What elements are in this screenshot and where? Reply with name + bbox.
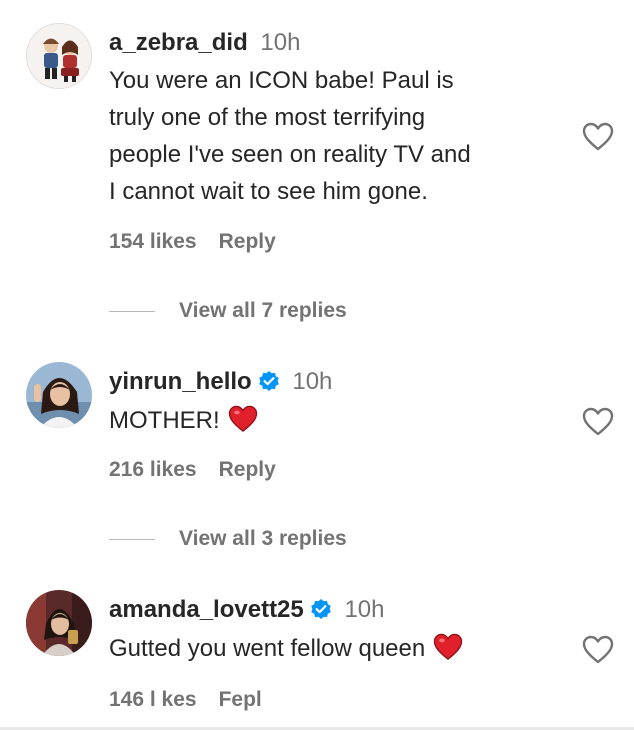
heart-outline-icon xyxy=(582,122,614,151)
red-heart-emoji-icon xyxy=(228,405,257,432)
like-button[interactable] xyxy=(582,635,614,665)
comment-meta: 216 likes Reply xyxy=(109,457,276,483)
avatar[interactable] xyxy=(26,23,92,89)
comment-text-line: people I've seen on reality TV and xyxy=(109,141,471,168)
likes-count[interactable]: 216 likes xyxy=(109,458,197,481)
reply-button[interactable]: Reply xyxy=(219,458,276,481)
username[interactable]: yinrun_hello xyxy=(109,368,252,395)
comment-text: MOTHER! xyxy=(109,402,569,439)
timestamp[interactable]: 10h xyxy=(344,596,384,623)
comment-text-line: Gutted you went fellow queen xyxy=(109,635,426,662)
comment-text: You were an ICON babe! Paul is truly one… xyxy=(109,62,569,210)
view-replies[interactable]: View all 3 replies xyxy=(109,524,347,554)
likes-count[interactable]: 154 likes xyxy=(109,230,197,253)
avatar[interactable] xyxy=(26,362,92,428)
comment-meta: 146 l kes Fepl xyxy=(109,687,262,713)
view-replies-label[interactable]: View all 7 replies xyxy=(179,299,347,322)
comment-text: Gutted you went fellow queen xyxy=(109,630,569,667)
reply-button[interactable]: Reply xyxy=(219,230,276,253)
like-button[interactable] xyxy=(582,407,614,437)
likes-count[interactable]: 146 l kes xyxy=(109,688,197,711)
view-replies[interactable]: View all 7 replies xyxy=(109,296,347,326)
comment-header: amanda_lovett25 10h xyxy=(109,595,384,625)
heart-outline-icon xyxy=(582,635,614,664)
view-replies-label[interactable]: View all 3 replies xyxy=(179,527,347,550)
divider-line xyxy=(109,310,155,312)
avatar[interactable] xyxy=(26,590,92,656)
divider-line xyxy=(109,538,155,540)
verified-badge-icon xyxy=(310,599,331,619)
comment-header: yinrun_hello 10h xyxy=(109,367,332,397)
timestamp[interactable]: 10h xyxy=(292,368,332,395)
username[interactable]: a_zebra_did xyxy=(109,29,248,56)
comment-text-line: I cannot wait to see him gone. xyxy=(109,178,428,205)
verified-badge-icon xyxy=(258,371,279,391)
comment-text-line: truly one of the most terrifying xyxy=(109,104,426,131)
username[interactable]: amanda_lovett25 xyxy=(109,596,304,623)
comment-text-line: MOTHER! xyxy=(109,407,220,434)
comment-header: a_zebra_did 10h xyxy=(109,28,300,58)
reply-button[interactable]: Fepl xyxy=(219,688,262,711)
comment-text-line: You were an ICON babe! Paul is xyxy=(109,67,454,94)
comment-meta: 154 likes Reply xyxy=(109,229,276,255)
red-heart-emoji-icon xyxy=(434,633,463,660)
timestamp[interactable]: 10h xyxy=(260,29,300,56)
heart-outline-icon xyxy=(582,407,614,436)
like-button[interactable] xyxy=(582,122,614,152)
